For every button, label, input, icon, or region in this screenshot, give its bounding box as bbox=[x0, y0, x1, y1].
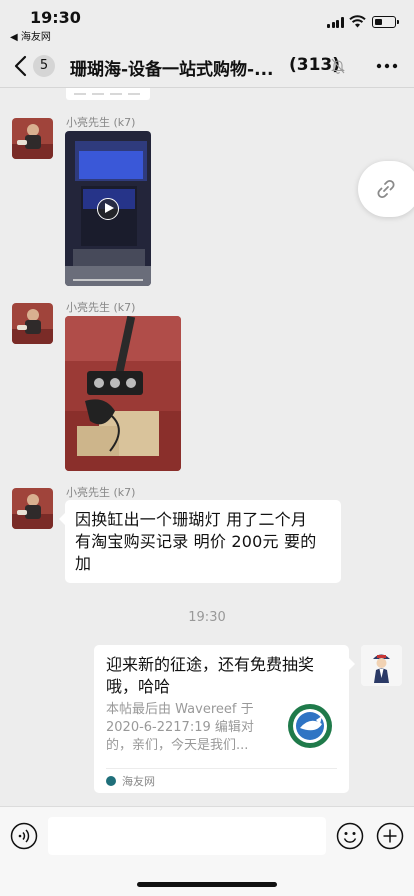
back-to-app-link[interactable]: ◀ 海友网 bbox=[10, 28, 51, 43]
ellipsis-icon[interactable] bbox=[376, 56, 398, 76]
avatar[interactable] bbox=[12, 488, 53, 529]
link-icon bbox=[377, 179, 395, 199]
video-thumbnail[interactable] bbox=[65, 131, 151, 286]
text-message-bubble[interactable]: 因换缸出一个珊瑚灯 用了二个月 有淘宝购买记录 明价 200元 要的 加 bbox=[59, 500, 341, 583]
voice-icon[interactable] bbox=[10, 822, 38, 850]
emoji-icon[interactable] bbox=[336, 822, 364, 850]
battery-icon bbox=[372, 16, 399, 28]
link-card-source: 海友网 bbox=[122, 775, 155, 788]
photo-thumbnail[interactable] bbox=[65, 316, 181, 471]
site-logo-icon bbox=[288, 704, 332, 748]
plus-circle-icon[interactable] bbox=[376, 822, 404, 850]
link-card-title: 迎来新的征途，还有免费抽奖 哦，哈哈 bbox=[106, 655, 315, 696]
floating-link-button[interactable] bbox=[358, 161, 414, 217]
message-timestamp: 19:30 bbox=[188, 610, 226, 625]
avatar[interactable] bbox=[12, 118, 53, 159]
message-line: 有淘宝购买记录 明价 200元 要的 bbox=[75, 532, 317, 551]
link-card[interactable]: 迎来新的征途，还有免费抽奖 哦，哈哈 本帖最后由 Wavereef 于 2020… bbox=[94, 645, 355, 793]
home-indicator bbox=[137, 882, 277, 887]
chevron-left-icon[interactable] bbox=[10, 54, 32, 78]
play-icon[interactable] bbox=[97, 198, 119, 220]
status-time: 19:30 bbox=[30, 8, 81, 27]
message-line: 因换缸出一个珊瑚灯 用了二个月 bbox=[75, 510, 308, 529]
message-line: 加 bbox=[75, 554, 92, 573]
avatar[interactable] bbox=[12, 303, 53, 344]
source-app-icon bbox=[106, 776, 116, 786]
message-input[interactable] bbox=[48, 817, 326, 855]
unread-count-badge[interactable]: 5 bbox=[33, 55, 55, 77]
chat-header: 5 珊瑚海-设备一站式购物-... (313) bbox=[0, 44, 414, 88]
sender-name: 小亮先生 (k7) bbox=[66, 116, 136, 129]
sender-name: 小亮先生 (k7) bbox=[66, 486, 136, 499]
chat-title: 珊瑚海-设备一站式购物-... bbox=[70, 60, 274, 80]
signal-icon bbox=[327, 17, 344, 28]
divider bbox=[106, 768, 337, 769]
link-card-description: 本帖最后由 Wavereef 于 2020-6-2217:19 编辑对 的，亲们… bbox=[106, 702, 254, 753]
status-bar: 19:30 ◀ 海友网 bbox=[0, 0, 414, 44]
bell-off-icon bbox=[331, 58, 345, 74]
previous-card-edge bbox=[66, 88, 150, 100]
wifi-icon bbox=[349, 15, 366, 28]
my-avatar[interactable] bbox=[361, 645, 402, 686]
sender-name: 小亮先生 (k7) bbox=[66, 301, 136, 314]
